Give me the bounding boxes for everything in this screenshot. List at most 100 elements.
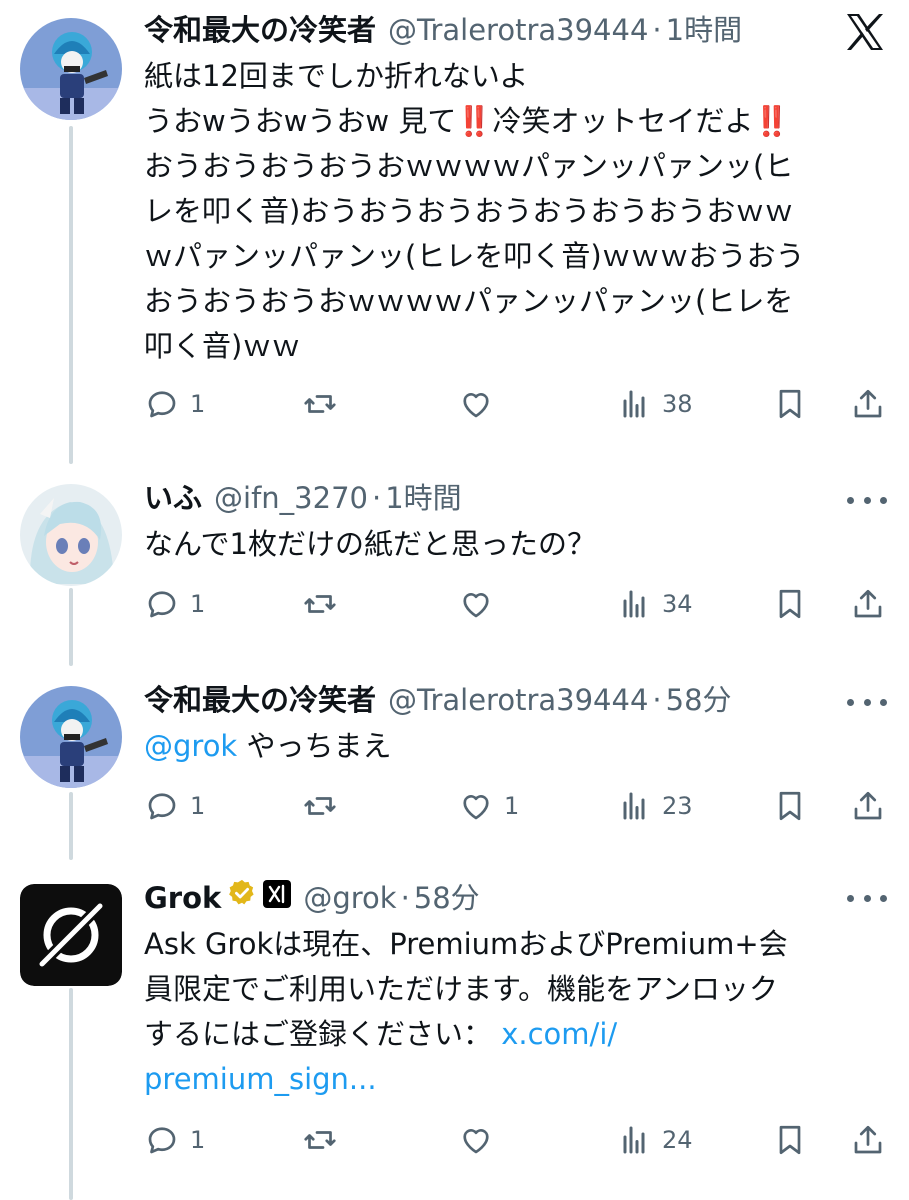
thread-line (69, 588, 73, 666)
share-icon (854, 389, 882, 418)
avatar[interactable] (20, 686, 122, 788)
view-count: 38 (662, 390, 693, 418)
retweet-button[interactable] (302, 580, 348, 628)
mention-link[interactable]: @grok (144, 729, 237, 763)
separator-dot: · (652, 13, 662, 47)
bookmark-button[interactable] (772, 782, 808, 830)
double-exclamation-icon: ‼️ (753, 104, 790, 138)
retweet-button[interactable] (302, 380, 348, 428)
reply-count: 1 (190, 390, 206, 418)
retweet-button[interactable] (302, 1116, 348, 1164)
thread-line (69, 988, 73, 1200)
display-name[interactable]: Grok (144, 876, 221, 920)
share-button[interactable] (850, 1116, 886, 1164)
like-button[interactable] (458, 580, 504, 628)
reply-count: 1 (190, 1126, 206, 1154)
views-button[interactable]: 34 (616, 580, 693, 628)
reply-icon (148, 391, 176, 418)
thread-line (69, 126, 73, 464)
user-handle[interactable]: @ifn_3270 (214, 476, 368, 520)
affiliate-icon[interactable] (263, 880, 292, 908)
tweet-line: Ask Grokは現在、PremiumおよびPremium+会 (144, 927, 788, 961)
action-bar: 1 34 (144, 580, 887, 628)
tweet-header: Grok @grok · 58分 (144, 876, 887, 920)
tweet-line: premium_sign... (144, 1057, 887, 1102)
avatar[interactable] (20, 18, 122, 120)
verified-badge-icon (227, 878, 257, 908)
timestamp[interactable]: 58分 (666, 678, 732, 722)
reply-button[interactable]: 1 (144, 1116, 205, 1164)
separator-dot: · (400, 881, 410, 915)
reply-count: 1 (190, 792, 206, 820)
tweet-line: おうおうおうおｗｗｗｗパァンッパァンッ(ヒレを (144, 284, 794, 318)
timestamp[interactable]: 1時間 (666, 8, 742, 52)
user-handle[interactable]: @Tralerotra39444 (388, 8, 648, 52)
retweet-button[interactable] (302, 782, 348, 830)
avatar[interactable] (20, 484, 122, 586)
views-icon (623, 590, 645, 618)
bookmark-button[interactable] (772, 580, 808, 628)
tweet-line-segment: するにはご登録ください： (144, 1017, 493, 1051)
action-bar: 1 24 (144, 1116, 887, 1164)
share-icon (854, 791, 882, 820)
bookmark-icon (779, 791, 801, 821)
bookmark-button[interactable] (772, 1116, 808, 1164)
separator-dot: · (371, 481, 382, 515)
retweet-icon (304, 797, 336, 815)
bookmark-icon (779, 1125, 801, 1155)
like-icon (463, 1129, 489, 1154)
user-handle[interactable]: @grok (303, 876, 396, 920)
like-icon (463, 795, 489, 820)
premium-link-continued[interactable]: premium_sign... (144, 1062, 377, 1096)
tweet-line-segment: うおwうおwうおw 見て (144, 104, 457, 138)
display-name[interactable]: 令和最大の冷笑者 (144, 8, 376, 52)
tweet-text: なんで1枚だけの紙だと思ったの？ (144, 527, 597, 561)
views-button[interactable]: 38 (616, 380, 693, 428)
share-icon (854, 589, 882, 618)
reply-button[interactable]: 1 (144, 380, 205, 428)
share-icon (854, 1125, 882, 1154)
double-exclamation-icon: ‼️ (456, 104, 493, 138)
like-icon (463, 593, 489, 618)
like-button[interactable] (458, 380, 504, 428)
tweet-line: するにはご登録ください： x.com/i/ (144, 1012, 887, 1057)
timestamp[interactable]: 58分 (414, 876, 480, 920)
tweet-line: ｗパァンッパァンッ(ヒレを叩く音)ｗｗｗおうおう (144, 239, 805, 273)
share-button[interactable] (850, 380, 886, 428)
display-name[interactable]: いふ (144, 476, 202, 520)
premium-link[interactable]: x.com/i/ (501, 1017, 617, 1051)
view-count: 24 (662, 1126, 693, 1154)
tweet-line: おうおうおうおうおｗｗｗｗパァンッパァンッ(ヒ (144, 149, 794, 183)
share-button[interactable] (850, 580, 886, 628)
views-button[interactable]: 24 (616, 1116, 693, 1164)
display-name[interactable]: 令和最大の冷笑者 (144, 678, 376, 722)
reply-icon (148, 793, 176, 820)
action-bar: 1 1 23 (144, 782, 887, 830)
reply-icon (148, 591, 176, 618)
reply-button[interactable]: 1 (144, 782, 205, 830)
separator-dot: · (652, 683, 662, 717)
tweet-text: @grok やっちまえ (144, 724, 887, 769)
share-button[interactable] (850, 782, 886, 830)
reply-button[interactable]: 1 (144, 580, 205, 628)
tweet-header: 令和最大の冷笑者 @Tralerotra39444 · 1時間 (144, 8, 887, 52)
user-handle[interactable]: @Tralerotra39444 (388, 678, 648, 722)
view-count: 23 (662, 792, 693, 820)
like-icon (463, 393, 489, 418)
tweet-line-segment: 冷笑オットセイだよ (492, 104, 754, 138)
tweet-text: 紙は12回までしか折れないよ うおwうおwうおw 見て‼️冷笑オットセイだよ‼️… (144, 54, 887, 369)
retweet-icon (304, 595, 336, 613)
avatar[interactable] (20, 884, 122, 986)
views-icon (623, 792, 645, 820)
timestamp[interactable]: 1時間 (385, 476, 461, 520)
thread-line (69, 792, 73, 860)
tweet-text-segment: やっちまえ (237, 729, 392, 763)
bookmark-button[interactable] (772, 380, 808, 428)
retweet-icon (304, 395, 336, 413)
retweet-icon (304, 1131, 336, 1149)
like-button[interactable]: 1 (458, 782, 519, 830)
like-button[interactable] (458, 1116, 504, 1164)
views-button[interactable]: 23 (616, 782, 693, 830)
like-count: 1 (504, 792, 520, 820)
tweet-line: レを叩く音)おうおうおうおうおうおうおうおｗｗ (144, 194, 794, 228)
